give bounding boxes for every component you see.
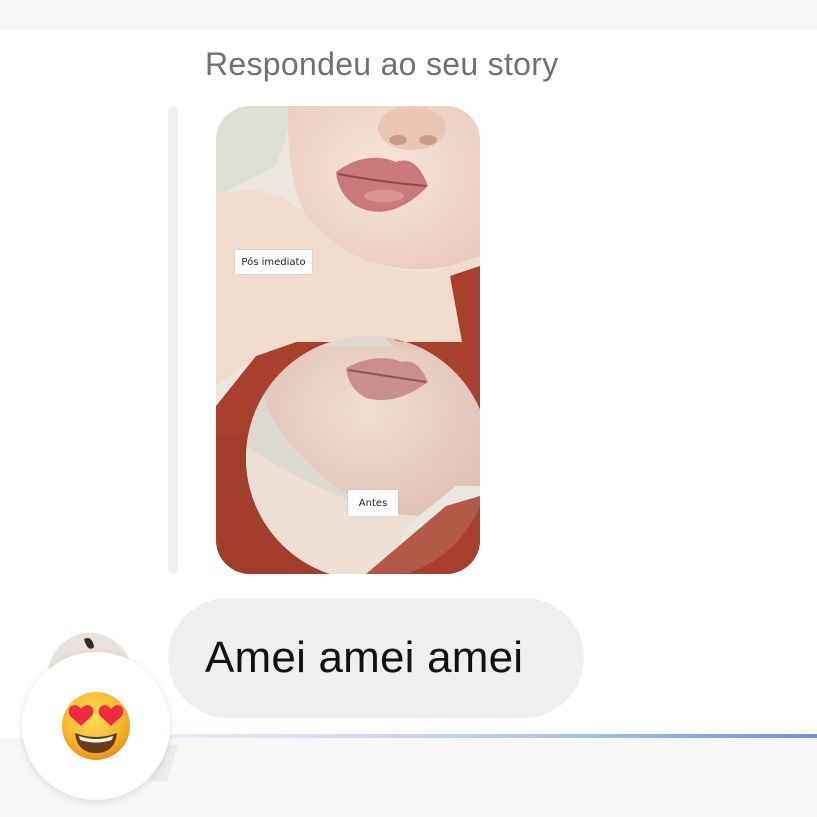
top-strip (0, 0, 817, 30)
message-bubble[interactable]: Amei amei amei (168, 598, 584, 718)
reaction-badge[interactable] (22, 652, 170, 800)
story-reply-caption: Respondeu ao seu story (205, 46, 559, 82)
heart-eyes-emoji-icon (62, 692, 130, 760)
message-text: Amei amei amei (205, 633, 524, 682)
label-before: Antes (348, 490, 398, 516)
story-preview[interactable]: Pós imediato Antes (216, 106, 480, 574)
label-after: Pós imediato (235, 250, 312, 274)
story-reply-quote-bar (168, 106, 178, 574)
progress-line (170, 734, 817, 738)
